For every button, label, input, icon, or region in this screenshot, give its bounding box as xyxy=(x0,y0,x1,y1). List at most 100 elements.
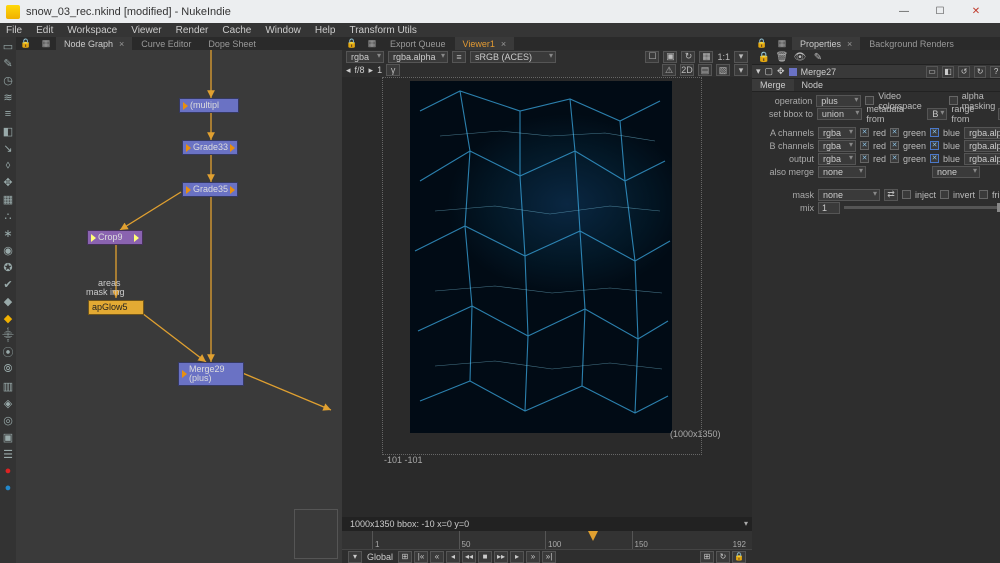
node-color-swatch[interactable] xyxy=(789,68,797,76)
props-lock-icon[interactable]: 🔒 xyxy=(756,38,768,50)
viewer-lock-icon[interactable]: 🔒 xyxy=(346,38,358,50)
tool-curve-icon[interactable]: ☰ xyxy=(0,447,16,461)
tool-cache-icon[interactable]: ⸎ xyxy=(0,328,16,342)
tool-merge-icon[interactable]: ⬨ xyxy=(0,158,16,172)
ck-out-green[interactable] xyxy=(890,154,899,163)
tool-3d-icon[interactable]: ▦ xyxy=(0,192,16,206)
in-field[interactable]: ⊞ xyxy=(398,551,412,563)
tool-channel-icon[interactable]: ≋ xyxy=(0,90,16,104)
tool-draw-icon[interactable]: ✎ xyxy=(0,56,16,70)
mix-value[interactable]: 1 xyxy=(818,202,840,214)
b-channels-tail[interactable]: rgba.alpha xyxy=(964,140,1000,152)
lock-icon[interactable]: 🔒 xyxy=(20,38,32,50)
tool-particles-icon[interactable]: ∴ xyxy=(0,209,16,223)
tab-bg-renders[interactable]: Background Renders xyxy=(861,37,962,50)
loop-icon[interactable]: ↻ xyxy=(716,551,730,563)
menu-file[interactable]: File xyxy=(6,25,22,36)
node-merge29[interactable]: Merge29 (plus) xyxy=(178,362,244,386)
tab-node-graph[interactable]: Node Graph× xyxy=(56,37,132,50)
hdr-btn-4[interactable]: ↻ xyxy=(974,66,986,78)
collapse-icon[interactable]: ▾ xyxy=(756,66,761,77)
nodegraph-overview[interactable] xyxy=(294,509,338,559)
menu-workspace[interactable]: Workspace xyxy=(67,25,117,36)
step-fwd-icon[interactable]: ▸ xyxy=(510,551,524,563)
output-tail[interactable]: rgba.alpha xyxy=(964,153,1000,165)
tool-lens-icon[interactable]: ● xyxy=(0,464,16,478)
tool-filter-icon[interactable]: ◧ xyxy=(0,124,16,138)
ck-b-green[interactable] xyxy=(890,141,899,150)
tool-toolset-icon[interactable]: ✔ xyxy=(0,277,16,291)
ck-a-blue[interactable] xyxy=(930,128,939,137)
ck-inject[interactable] xyxy=(902,190,911,199)
hdr-btn-1[interactable]: ▭ xyxy=(926,66,938,78)
tool-color-icon[interactable]: ≡ xyxy=(0,107,16,121)
tool-cam-icon[interactable]: ◎ xyxy=(0,413,16,427)
tab-curve-editor[interactable]: Curve Editor xyxy=(133,37,199,50)
2d-3d-toggle[interactable]: 2D xyxy=(680,64,694,76)
lut-toggle-icon[interactable]: ≡ xyxy=(452,51,466,63)
node-apglow[interactable]: apGlow5 xyxy=(88,300,144,315)
tool-views-icon[interactable]: ◉ xyxy=(0,243,16,257)
tool-pixel-icon[interactable]: ◆ xyxy=(0,311,16,325)
node-grade35[interactable]: Grade35 xyxy=(182,182,238,197)
maximize-button[interactable]: ☐ xyxy=(922,0,958,23)
first-frame-icon[interactable]: |« xyxy=(414,551,428,563)
zoom-ratio[interactable]: 1:1 xyxy=(717,52,730,62)
fstop-readout[interactable]: f/8 xyxy=(355,65,365,75)
operation-dropdown[interactable]: plus xyxy=(816,95,861,107)
node-name[interactable]: Merge27 xyxy=(801,67,837,77)
node-top[interactable]: (multipl xyxy=(179,98,239,113)
proxy-icon[interactable]: ▦ xyxy=(699,51,713,63)
next-key-icon[interactable]: » xyxy=(526,551,540,563)
alsomerge-dropdown[interactable]: none xyxy=(818,166,866,178)
guides-icon[interactable]: ▤ xyxy=(698,64,712,76)
viewer-layout-icon[interactable]: ▦ xyxy=(366,38,378,50)
props-pencil-icon[interactable]: ✎ xyxy=(812,51,824,63)
gamma-icon[interactable]: γ xyxy=(386,64,400,76)
alsomerge2-dropdown[interactable]: none xyxy=(932,166,980,178)
tool-light-icon[interactable]: ◈ xyxy=(0,396,16,410)
props-lockall-icon[interactable]: 🔒 xyxy=(758,51,770,63)
tool-other-icon[interactable]: ◆ xyxy=(0,294,16,308)
guides2-icon[interactable]: ▧ xyxy=(716,64,730,76)
play-mode-icon[interactable]: ▾ xyxy=(348,551,362,563)
mask-dropdown[interactable]: none xyxy=(818,189,880,201)
wipe-icon[interactable]: ☐ xyxy=(645,51,659,63)
menu-transform-utils[interactable]: Transform Utils xyxy=(349,25,416,36)
play-back-icon[interactable]: ◂◂ xyxy=(462,551,476,563)
lock-icon[interactable]: 🔒 xyxy=(732,551,746,563)
layout-icon[interactable]: ▦ xyxy=(40,38,52,50)
hdr-btn-5[interactable]: ? xyxy=(990,66,1000,78)
subtab-merge[interactable]: Merge xyxy=(752,79,794,91)
tool-furn-icon[interactable]: ▣ xyxy=(0,430,16,444)
b-channels-dropdown[interactable]: rgba xyxy=(818,140,856,152)
play-fwd-icon[interactable]: ▸▸ xyxy=(494,551,508,563)
node-grade33[interactable]: Grade33 xyxy=(182,140,238,155)
props-layout-icon[interactable]: ▦ xyxy=(776,38,788,50)
mix-slider[interactable] xyxy=(844,206,1000,209)
menu-viewer[interactable]: Viewer xyxy=(131,25,161,36)
menu-render[interactable]: Render xyxy=(176,25,209,36)
gain-value[interactable]: 1 xyxy=(377,65,382,75)
a-channels-dropdown[interactable]: rgba xyxy=(818,127,856,139)
last-frame-icon[interactable]: »| xyxy=(542,551,556,563)
tool-geo-icon[interactable]: ▥ xyxy=(0,379,16,393)
tab-export-queue[interactable]: Export Queue xyxy=(382,37,454,50)
zoom-menu-icon[interactable]: ▾ xyxy=(734,51,748,63)
nodegraph-canvas[interactable]: (multipl Grade33 Grade35 Crop9 areas mas… xyxy=(16,50,342,563)
guides3-icon[interactable]: ▾ xyxy=(734,64,748,76)
tool-metadata-icon[interactable]: ✪ xyxy=(0,260,16,274)
meta-dropdown[interactable]: B xyxy=(927,108,947,120)
subtab-node[interactable]: Node xyxy=(794,79,832,91)
bbox-dropdown[interactable]: union xyxy=(817,108,862,120)
props-eye-icon[interactable]: 👁 xyxy=(794,51,806,63)
ck-a-red[interactable] xyxy=(860,128,869,137)
tool-keyer-icon[interactable]: ↘ xyxy=(0,141,16,155)
tool-air-icon[interactable]: ⦿ xyxy=(0,345,16,359)
tool-clock-icon[interactable]: ◷ xyxy=(0,73,16,87)
ck-a-green[interactable] xyxy=(890,128,899,137)
node-crop9[interactable]: Crop9 xyxy=(87,230,143,245)
alpha-dropdown[interactable]: rgba.alpha xyxy=(388,51,448,63)
pause-icon[interactable]: ↻ xyxy=(681,51,695,63)
stop-icon[interactable]: ■ xyxy=(478,551,492,563)
